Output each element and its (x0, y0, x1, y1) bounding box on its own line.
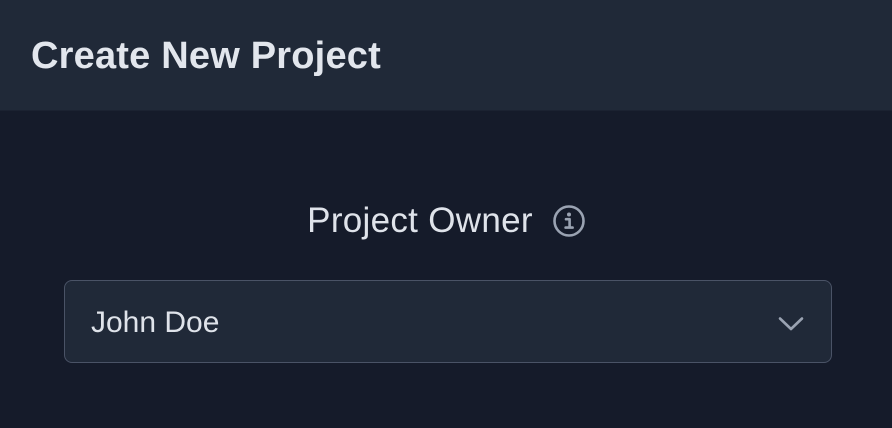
info-icon[interactable] (551, 203, 587, 239)
chevron-down-icon (777, 309, 805, 337)
project-owner-label: Project Owner (307, 201, 533, 240)
create-project-dialog: Create New Project Project Owner John Do… (0, 0, 892, 428)
project-owner-select[interactable]: John Doe (64, 280, 832, 363)
project-owner-label-row: Project Owner (0, 198, 892, 244)
page-title: Create New Project (31, 35, 381, 77)
dialog-header: Create New Project (0, 0, 892, 111)
selected-owner-value: John Doe (91, 306, 220, 339)
